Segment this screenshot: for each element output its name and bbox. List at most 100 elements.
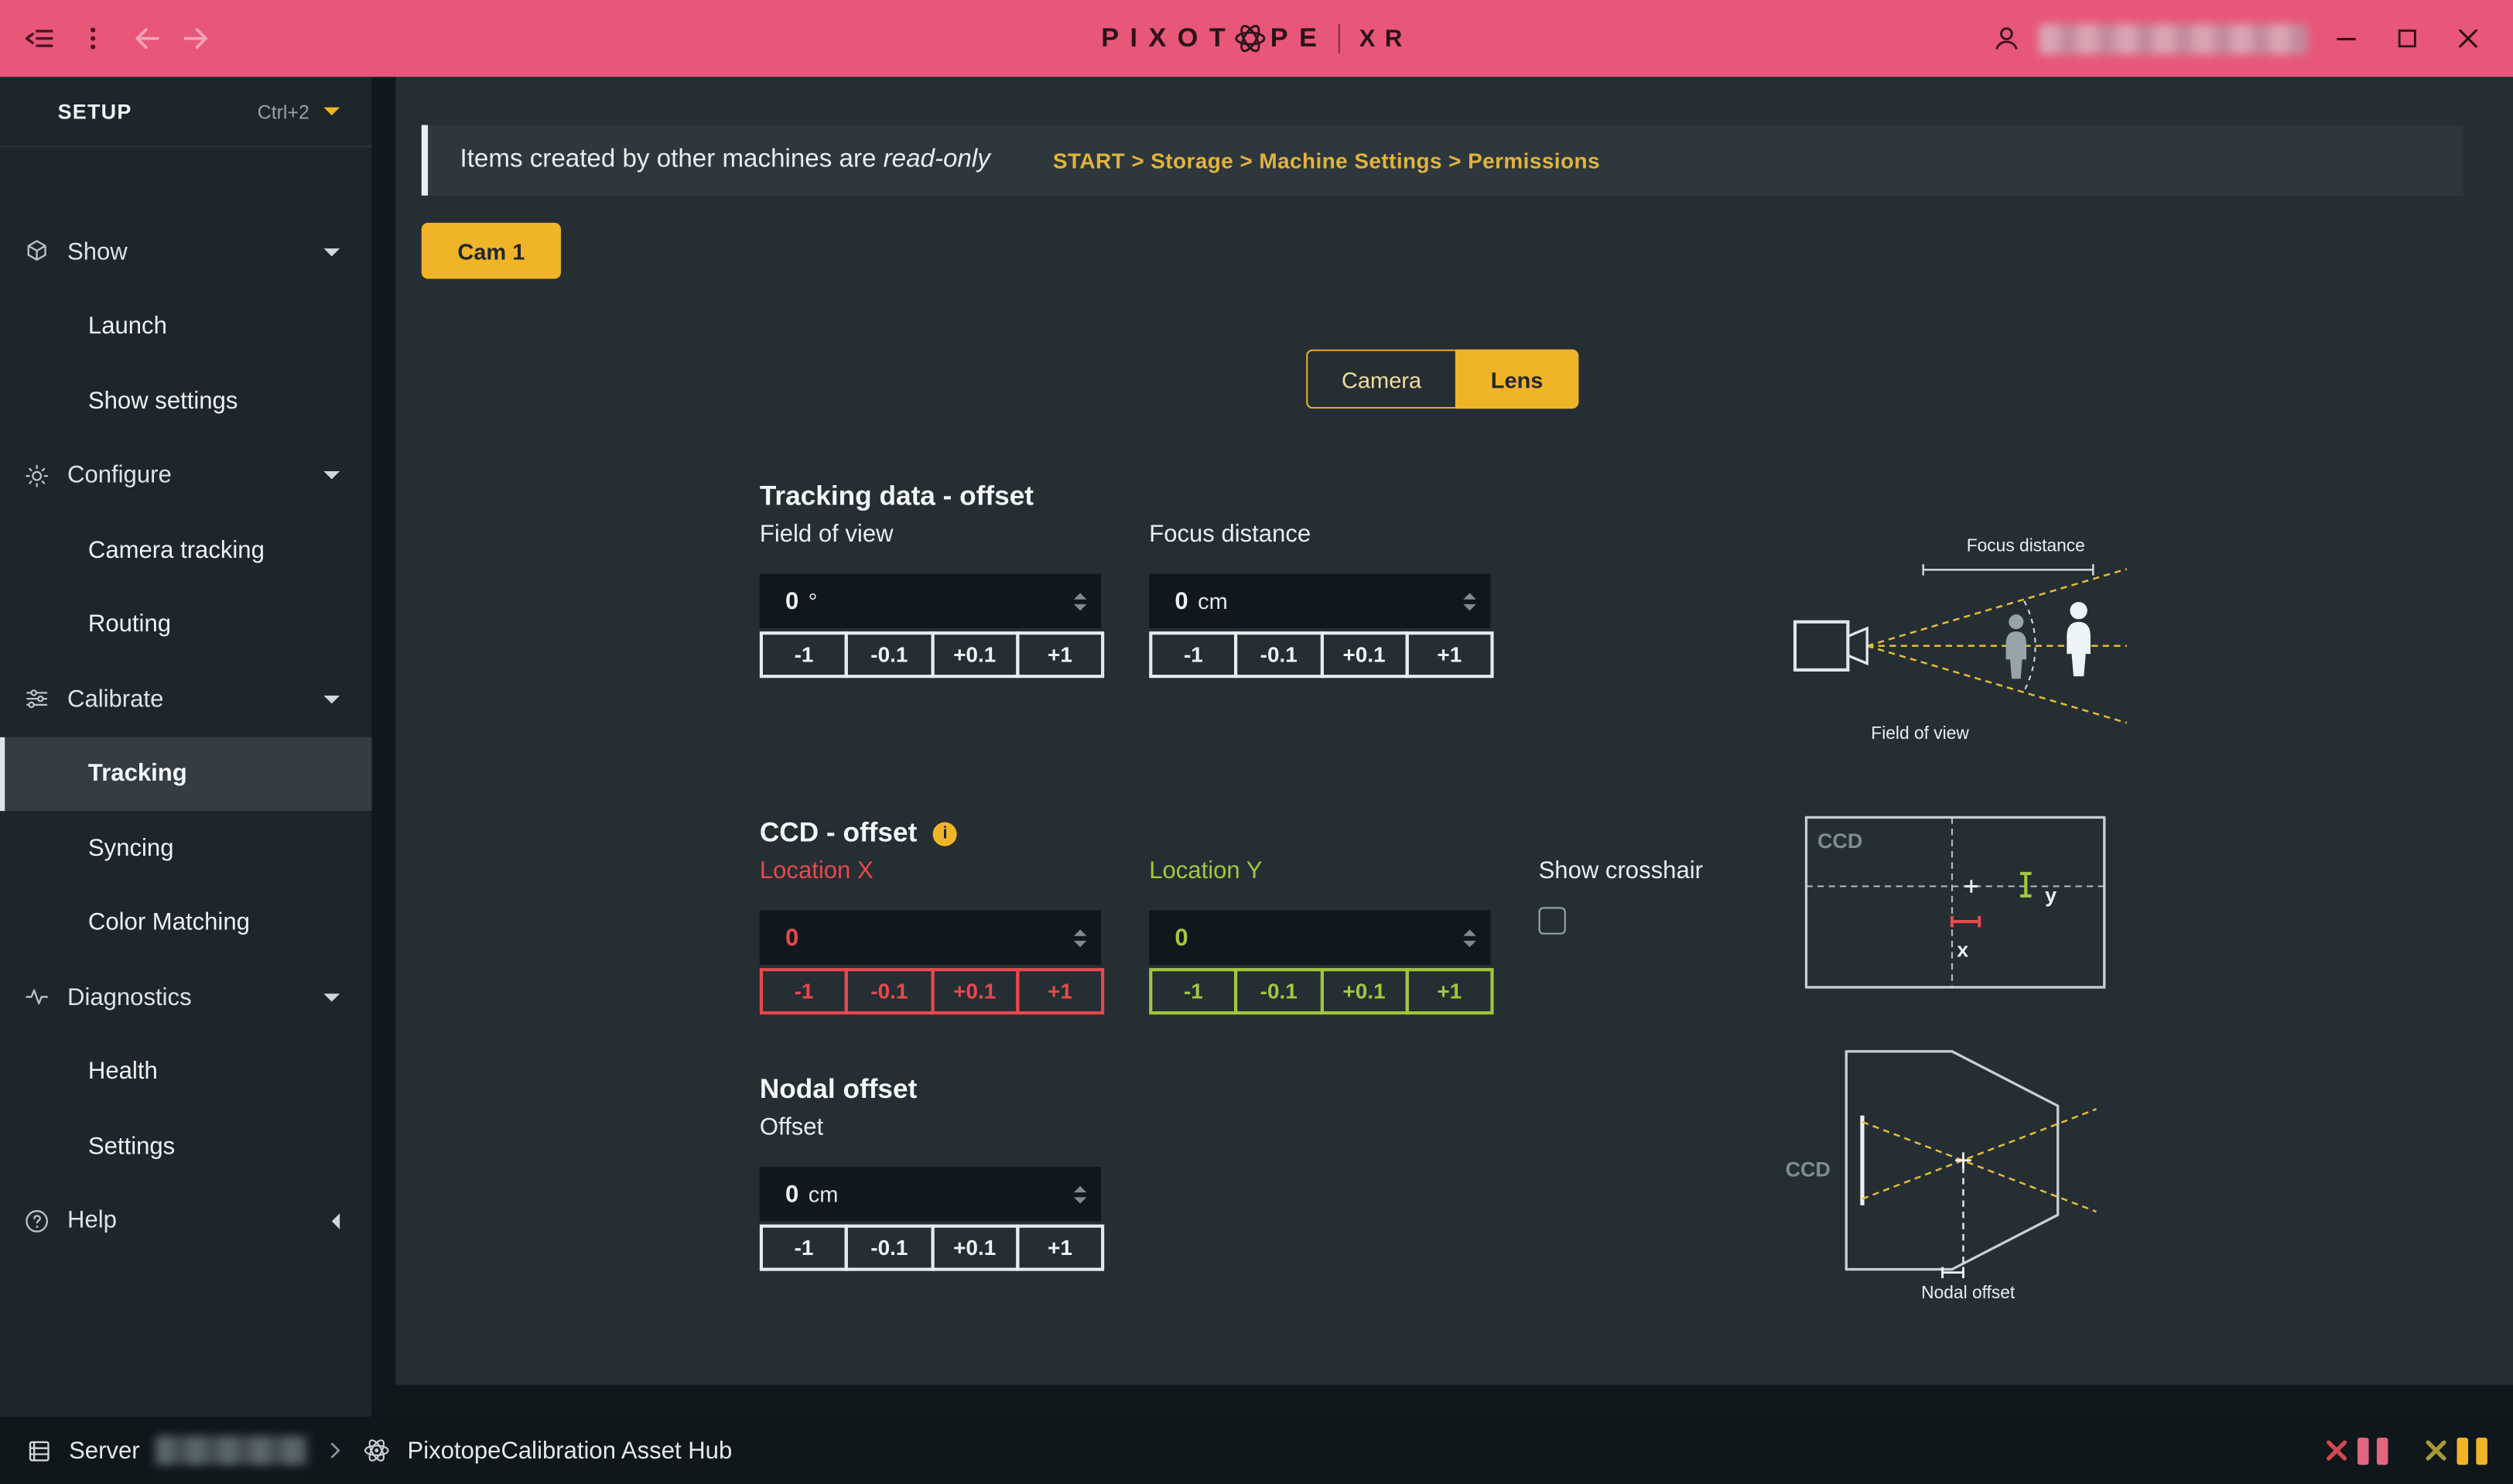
step-minus-0-1-button[interactable]: -0.1 bbox=[1235, 968, 1323, 1014]
stepper-down-icon[interactable] bbox=[1074, 604, 1087, 610]
status-error-icon bbox=[2324, 1438, 2350, 1463]
ccd-diagram: CCD y x bbox=[1804, 816, 2105, 989]
location-y-input[interactable]: 0 bbox=[1149, 911, 1490, 965]
stepper-up-icon[interactable] bbox=[1074, 928, 1087, 935]
focus-distance-unit: cm bbox=[1198, 588, 1228, 614]
asset-hub-label[interactable]: PixotopeCalibration Asset Hub bbox=[408, 1437, 733, 1464]
step-plus-1-button[interactable]: +1 bbox=[1016, 1225, 1104, 1271]
sidebar-item-label: Color Matching bbox=[88, 909, 250, 936]
location-x-label: Location X bbox=[760, 857, 874, 884]
step-plus-0-1-button[interactable]: +0.1 bbox=[930, 1225, 1018, 1271]
readonly-banner: Items created by other machines are read… bbox=[422, 125, 2463, 196]
sidebar-item-label: Launch bbox=[88, 313, 167, 340]
engine-status-indicators bbox=[2324, 1437, 2487, 1464]
step-minus-0-1-button[interactable]: -0.1 bbox=[845, 1225, 933, 1271]
tracking-offset-title: Tracking data - offset bbox=[760, 481, 1034, 513]
step-minus-1-button[interactable]: -1 bbox=[1149, 631, 1237, 678]
show-crosshair-checkbox[interactable] bbox=[1539, 907, 1566, 934]
nodal-offset-label: Offset bbox=[760, 1114, 823, 1141]
step-minus-1-button[interactable]: -1 bbox=[1149, 968, 1237, 1014]
sidebar-item-label: Configure bbox=[67, 462, 172, 489]
sidebar-item-color-matching[interactable]: Color Matching bbox=[0, 885, 372, 959]
sidebar-item-show-settings[interactable]: Show settings bbox=[0, 364, 372, 438]
step-minus-0-1-button[interactable]: -0.1 bbox=[845, 631, 933, 678]
svg-text:x: x bbox=[1957, 939, 1968, 962]
step-minus-0-1-button[interactable]: -0.1 bbox=[845, 968, 933, 1014]
step-plus-0-1-button[interactable]: +0.1 bbox=[1320, 631, 1408, 678]
sidebar-item-label: Settings bbox=[88, 1133, 175, 1160]
minimize-icon bbox=[2330, 22, 2362, 54]
app-window: PIXOT PE XR bbox=[0, 0, 2513, 1484]
step-minus-1-button[interactable]: -1 bbox=[760, 968, 848, 1014]
location-x-input[interactable]: 0 bbox=[760, 911, 1101, 965]
sidebar-item-label: Health bbox=[88, 1058, 158, 1086]
back-button[interactable] bbox=[125, 16, 170, 61]
collapse-sidebar-button[interactable] bbox=[16, 16, 61, 61]
stepper-down-icon[interactable] bbox=[1074, 1196, 1087, 1202]
stepper-up-icon[interactable] bbox=[1463, 928, 1476, 935]
chevron-down-icon bbox=[323, 108, 340, 115]
sidebar-item-help[interactable]: Help bbox=[0, 1184, 372, 1258]
sidebar-item-diagnostics[interactable]: Diagnostics bbox=[0, 960, 372, 1034]
person-white-icon bbox=[2067, 602, 2091, 676]
status-bar-indicator bbox=[2457, 1437, 2469, 1464]
location-x-value: 0 bbox=[785, 924, 798, 951]
sidebar-item-routing[interactable]: Routing bbox=[0, 587, 372, 662]
focus-distance-input[interactable]: 0 cm bbox=[1149, 574, 1490, 628]
sidebar-item-settings[interactable]: Settings bbox=[0, 1109, 372, 1183]
step-plus-0-1-button[interactable]: +0.1 bbox=[930, 968, 1018, 1014]
maximize-button[interactable] bbox=[2385, 16, 2429, 61]
step-minus-1-button[interactable]: -1 bbox=[760, 1225, 848, 1271]
sidebar-item-label: Routing bbox=[88, 611, 171, 638]
sidebar-item-show[interactable]: Show bbox=[0, 215, 372, 289]
sidebar-item-configure[interactable]: Configure bbox=[0, 439, 372, 513]
cam1-button[interactable]: Cam 1 bbox=[422, 223, 561, 279]
kebab-menu-button[interactable] bbox=[70, 16, 115, 61]
svg-text:y: y bbox=[2045, 884, 2057, 907]
camera-lens-toggle: Camera Lens bbox=[1306, 350, 1578, 409]
content-panel: Items created by other machines are read… bbox=[396, 77, 2513, 1384]
step-minus-0-1-button[interactable]: -0.1 bbox=[1235, 631, 1323, 678]
focus-distance-label: Focus distance bbox=[1149, 521, 1311, 548]
step-minus-1-button[interactable]: -1 bbox=[760, 631, 848, 678]
nodal-offset-input[interactable]: 0 cm bbox=[760, 1167, 1101, 1221]
status-bar-indicator bbox=[2357, 1437, 2369, 1464]
field-of-view-label: Field of view bbox=[760, 521, 894, 548]
stepper-up-icon[interactable] bbox=[1463, 592, 1476, 598]
stepper-down-icon[interactable] bbox=[1463, 940, 1476, 946]
tab-camera[interactable]: Camera bbox=[1306, 350, 1455, 409]
step-plus-0-1-button[interactable]: +0.1 bbox=[1320, 968, 1408, 1014]
minimize-button[interactable] bbox=[2324, 16, 2369, 61]
sidebar-item-tracking[interactable]: Tracking bbox=[0, 737, 372, 811]
step-plus-1-button[interactable]: +1 bbox=[1016, 631, 1104, 678]
gear-icon bbox=[22, 461, 51, 490]
field-of-view-input[interactable]: 0 ° bbox=[760, 574, 1101, 628]
stepper-down-icon[interactable] bbox=[1463, 604, 1476, 610]
sidebar-item-camera-tracking[interactable]: Camera tracking bbox=[0, 513, 372, 587]
setup-selector[interactable]: SETUP Ctrl+2 bbox=[0, 77, 372, 147]
svg-text:CCD: CCD bbox=[1817, 829, 1862, 853]
svg-text:Field of view: Field of view bbox=[1871, 723, 1969, 743]
close-button[interactable] bbox=[2446, 16, 2491, 61]
sidebar-item-syncing[interactable]: Syncing bbox=[0, 811, 372, 885]
step-plus-1-button[interactable]: +1 bbox=[1405, 968, 1493, 1014]
sidebar-item-health[interactable]: Health bbox=[0, 1034, 372, 1109]
stepper-down-icon[interactable] bbox=[1074, 940, 1087, 946]
field-of-view-unit: ° bbox=[809, 588, 818, 614]
atom-icon bbox=[363, 1436, 391, 1465]
stepper-up-icon[interactable] bbox=[1074, 592, 1087, 598]
focus-distance-step-buttons: -1 -0.1 +0.1 +1 bbox=[1149, 631, 1493, 678]
nodal-offset-title: Nodal offset bbox=[760, 1074, 917, 1106]
sidebar-item-calibrate[interactable]: Calibrate bbox=[0, 662, 372, 737]
step-plus-1-button[interactable]: +1 bbox=[1405, 631, 1493, 678]
tab-lens[interactable]: Lens bbox=[1455, 350, 1579, 409]
step-plus-1-button[interactable]: +1 bbox=[1016, 968, 1104, 1014]
sidebar-item-launch[interactable]: Launch bbox=[0, 289, 372, 364]
breadcrumb[interactable]: START > Storage > Machine Settings > Per… bbox=[1053, 149, 1600, 173]
stepper-up-icon[interactable] bbox=[1074, 1185, 1087, 1192]
step-plus-0-1-button[interactable]: +0.1 bbox=[930, 631, 1018, 678]
sidebar-item-label: Help bbox=[67, 1207, 117, 1234]
chevron-down-icon bbox=[323, 248, 340, 256]
forward-button[interactable] bbox=[173, 16, 218, 61]
info-icon[interactable]: i bbox=[933, 822, 957, 846]
